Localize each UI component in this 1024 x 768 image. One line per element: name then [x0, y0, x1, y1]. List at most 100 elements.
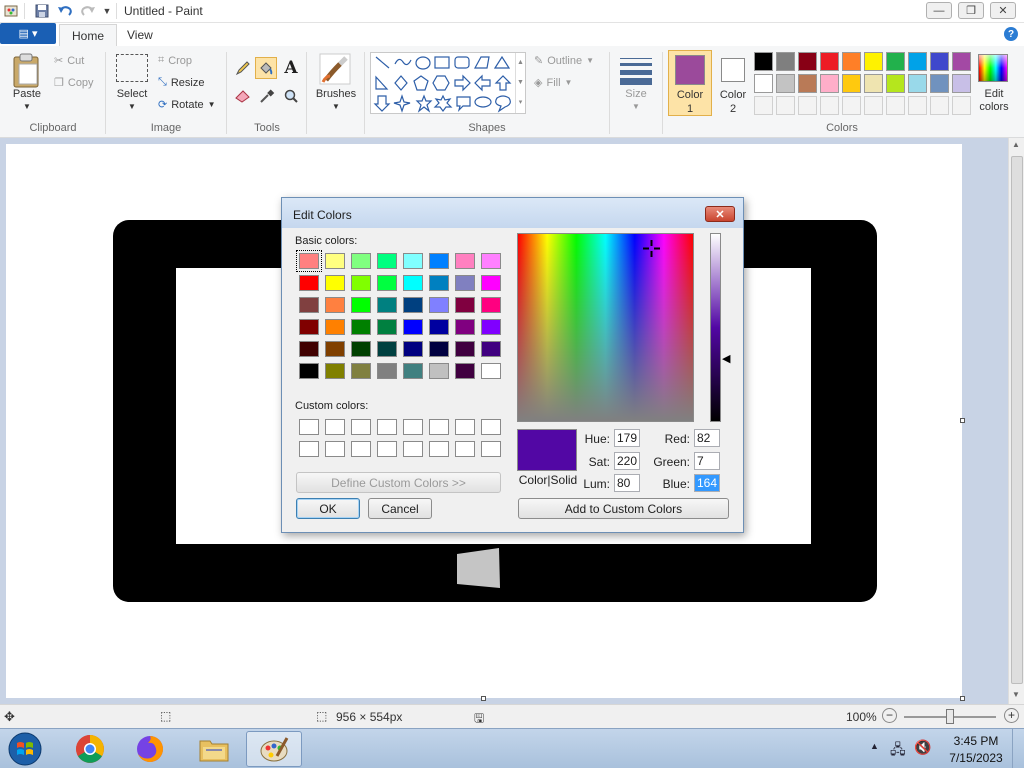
- basic-color-swatch[interactable]: [299, 341, 319, 357]
- shapes-scroll[interactable]: ▲ ▼ ▾: [515, 53, 525, 113]
- basic-color-swatch[interactable]: [325, 319, 345, 335]
- start-button[interactable]: [6, 731, 44, 767]
- save-icon[interactable]: [34, 3, 50, 19]
- vertical-scrollbar[interactable]: ▲ ▼: [1008, 138, 1024, 704]
- palette-swatch[interactable]: [754, 74, 773, 93]
- custom-color-swatch[interactable]: [325, 419, 345, 435]
- blue-field[interactable]: 164: [694, 474, 720, 492]
- basic-color-swatch[interactable]: [351, 363, 371, 379]
- basic-color-swatch[interactable]: [325, 297, 345, 313]
- custom-color-swatch[interactable]: [377, 441, 397, 457]
- pencil-icon[interactable]: [233, 58, 253, 78]
- basic-color-swatch[interactable]: [325, 341, 345, 357]
- shapes-gallery[interactable]: ▲ ▼ ▾: [370, 52, 526, 114]
- redo-icon[interactable]: [80, 3, 96, 19]
- edit-colors-icon[interactable]: [978, 54, 1008, 82]
- sat-field[interactable]: 220: [614, 452, 640, 470]
- custom-color-swatch[interactable]: [299, 441, 319, 457]
- basic-color-swatch[interactable]: [351, 275, 371, 291]
- basic-color-swatch[interactable]: [299, 297, 319, 313]
- select-icon[interactable]: [116, 54, 148, 82]
- dialog-close-button[interactable]: ✕: [705, 206, 735, 222]
- basic-color-swatch[interactable]: [325, 363, 345, 379]
- lum-field[interactable]: 80: [614, 474, 640, 492]
- basic-color-swatch[interactable]: [377, 363, 397, 379]
- basic-color-swatch[interactable]: [296, 250, 322, 272]
- basic-color-swatch[interactable]: [299, 275, 319, 291]
- basic-color-swatch[interactable]: [481, 363, 501, 379]
- basic-color-swatch[interactable]: [429, 341, 449, 357]
- basic-color-swatch[interactable]: [481, 275, 501, 291]
- brushes-dropdown-icon[interactable]: ▼: [312, 102, 360, 111]
- clock-date[interactable]: 7/15/2023: [944, 751, 1008, 765]
- close-button[interactable]: ✕: [990, 2, 1016, 19]
- palette-swatch[interactable]: [908, 52, 927, 71]
- network-icon[interactable]: 🖧: [890, 739, 906, 763]
- custom-color-swatch[interactable]: [377, 419, 397, 435]
- basic-color-swatch[interactable]: [377, 275, 397, 291]
- fill-bucket-icon[interactable]: [255, 57, 277, 79]
- color1-button[interactable]: Color 1: [668, 50, 712, 116]
- basic-color-swatch[interactable]: [429, 297, 449, 313]
- palette-swatch[interactable]: [952, 52, 971, 71]
- palette-empty-swatch[interactable]: [952, 96, 971, 115]
- custom-color-swatch[interactable]: [455, 441, 475, 457]
- custom-color-swatch[interactable]: [299, 419, 319, 435]
- magnifier-icon[interactable]: [281, 86, 301, 106]
- red-field[interactable]: 82: [694, 429, 720, 447]
- basic-color-swatch[interactable]: [455, 253, 475, 269]
- palette-swatch[interactable]: [930, 52, 949, 71]
- paste-icon[interactable]: [10, 52, 44, 90]
- canvas-resize-handle-right[interactable]: [960, 418, 965, 423]
- palette-empty-swatch[interactable]: [754, 96, 773, 115]
- zoom-out-icon[interactable]: −: [882, 708, 897, 723]
- basic-color-swatch[interactable]: [377, 319, 397, 335]
- basic-color-swatch[interactable]: [403, 275, 423, 291]
- palette-empty-swatch[interactable]: [842, 96, 861, 115]
- fill-button[interactable]: ◈ Fill ▼: [534, 76, 572, 90]
- basic-color-swatch[interactable]: [403, 297, 423, 313]
- custom-color-swatch[interactable]: [429, 419, 449, 435]
- palette-swatch[interactable]: [820, 74, 839, 93]
- color2-button[interactable]: Color 2: [712, 50, 752, 116]
- brush-icon[interactable]: [318, 52, 352, 86]
- minimize-button[interactable]: —: [926, 2, 952, 19]
- basic-color-swatch[interactable]: [455, 363, 475, 379]
- cut-button[interactable]: ✂ Cut: [54, 54, 84, 68]
- explorer-taskbar-button[interactable]: [186, 731, 242, 767]
- basic-color-swatch[interactable]: [351, 253, 371, 269]
- basic-color-swatch[interactable]: [455, 275, 475, 291]
- custom-color-swatch[interactable]: [481, 419, 501, 435]
- eraser-icon[interactable]: [233, 86, 253, 106]
- size-icon[interactable]: [620, 56, 652, 85]
- tab-home[interactable]: Home: [59, 24, 118, 46]
- scroll-up-icon[interactable]: ▲: [1012, 140, 1020, 149]
- paste-button[interactable]: Paste: [10, 88, 44, 100]
- show-desktop-button[interactable]: [1012, 729, 1024, 768]
- basic-color-swatch[interactable]: [429, 319, 449, 335]
- custom-color-swatch[interactable]: [481, 441, 501, 457]
- canvas-resize-handle-bottom[interactable]: [481, 696, 486, 701]
- undo-icon[interactable]: [57, 3, 73, 19]
- color-spectrum[interactable]: [517, 233, 694, 422]
- chrome-taskbar-button[interactable]: [62, 731, 118, 767]
- luminosity-arrow-icon[interactable]: ◀: [722, 352, 730, 365]
- paste-dropdown-icon[interactable]: ▼: [10, 102, 44, 111]
- basic-color-swatch[interactable]: [481, 341, 501, 357]
- basic-color-swatch[interactable]: [377, 341, 397, 357]
- palette-empty-swatch[interactable]: [886, 96, 905, 115]
- basic-color-swatch[interactable]: [455, 297, 475, 313]
- basic-color-swatch[interactable]: [403, 319, 423, 335]
- resize-button[interactable]: ⤡ Resize: [158, 76, 204, 89]
- palette-swatch[interactable]: [776, 74, 795, 93]
- text-tool-icon[interactable]: A: [281, 58, 301, 78]
- custom-color-swatch[interactable]: [325, 441, 345, 457]
- add-to-custom-colors-button[interactable]: Add to Custom Colors: [518, 498, 729, 519]
- basic-color-swatch[interactable]: [429, 253, 449, 269]
- palette-swatch[interactable]: [842, 52, 861, 71]
- palette-swatch[interactable]: [754, 52, 773, 71]
- paint-taskbar-button[interactable]: [246, 731, 302, 767]
- palette-swatch[interactable]: [820, 52, 839, 71]
- tab-view[interactable]: View: [115, 24, 165, 46]
- palette-swatch[interactable]: [776, 52, 795, 71]
